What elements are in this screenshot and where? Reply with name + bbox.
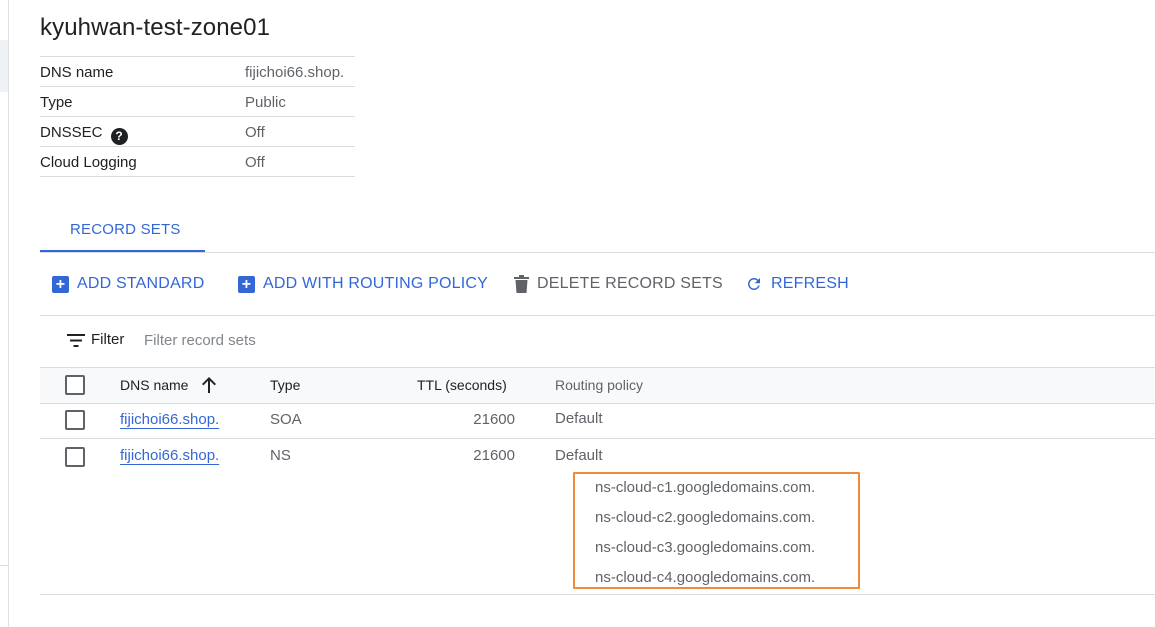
trash-icon (514, 275, 529, 293)
add-box-icon: + (52, 275, 69, 293)
detail-row-type: Type Public (40, 87, 355, 117)
filter-label: Filter (91, 331, 125, 348)
detail-label: Type (40, 94, 73, 111)
filter-bar: Filter (40, 316, 1155, 366)
add-box-icon: + (238, 275, 255, 293)
add-with-routing-policy-button[interactable]: + ADD WITH ROUTING POLICY (238, 273, 488, 295)
left-nav-rail (0, 0, 9, 627)
column-header-ttl[interactable]: TTL (seconds) (417, 377, 507, 393)
page-title: kyuhwan-test-zone01 (40, 14, 271, 41)
record-sets-toolbar: + ADD STANDARD + ADD WITH ROUTING POLICY… (40, 264, 1155, 316)
detail-label: Cloud Logging (40, 154, 137, 171)
detail-label-wrap: DNSSEC? (40, 124, 128, 145)
delete-label: DELETE RECORD SETS (537, 275, 723, 292)
detail-value: Public (245, 94, 286, 111)
filter-icon[interactable] (67, 334, 85, 347)
left-nav-divider (0, 565, 8, 566)
routing-policy: Default (555, 410, 603, 427)
tab-bar: RECORD SETS (40, 208, 1155, 253)
record-type: NS (270, 447, 291, 464)
filter-input[interactable] (144, 328, 544, 352)
refresh-label: REFRESH (771, 275, 849, 292)
tab-record-sets[interactable]: RECORD SETS (40, 208, 205, 252)
detail-value: Off (245, 124, 265, 141)
detail-value: Off (245, 154, 265, 171)
column-header-routing-policy: Routing policy (555, 377, 643, 393)
detail-label: DNS name (40, 64, 114, 81)
column-header-dns-name[interactable]: DNS name (120, 377, 217, 393)
detail-row-dnssec: DNSSEC? Off (40, 117, 355, 147)
tab-label: RECORD SETS (70, 221, 181, 238)
sort-ascending-icon (202, 377, 217, 393)
add-routing-label: ADD WITH ROUTING POLICY (263, 275, 489, 292)
row-checkbox[interactable] (65, 410, 85, 430)
refresh-icon (747, 278, 760, 290)
record-type: SOA (270, 411, 302, 428)
help-icon[interactable]: ? (110, 128, 128, 145)
record-ttl: 21600 (473, 447, 515, 464)
refresh-button[interactable]: REFRESH (745, 273, 849, 295)
routing-policy: Default (555, 447, 603, 464)
row-checkbox[interactable] (65, 447, 85, 467)
add-standard-label: ADD STANDARD (77, 275, 205, 292)
add-standard-button[interactable]: + ADD STANDARD (52, 273, 204, 295)
left-nav-selected-item[interactable] (0, 40, 8, 92)
dns-name-link[interactable]: fijichoi66.shop. (120, 447, 219, 464)
detail-row-cloud-logging: Cloud Logging Off (40, 147, 355, 177)
zone-details-table: DNS name fijichoi66.shop. Type Public DN… (40, 56, 355, 177)
column-header-type[interactable]: Type (270, 377, 300, 393)
detail-row-dns-name: DNS name fijichoi66.shop. (40, 57, 355, 87)
record-ttl: 21600 (473, 411, 515, 428)
table-header: DNS name Type TTL (seconds) Routing poli… (40, 367, 1155, 404)
detail-value: fijichoi66.shop. (245, 64, 345, 81)
table-row: fijichoi66.shop. SOA 21600 Default (40, 403, 1155, 439)
delete-record-sets-button[interactable]: DELETE RECORD SETS (514, 273, 723, 295)
column-header-label: DNS name (120, 377, 189, 393)
dns-name-link[interactable]: fijichoi66.shop. (120, 411, 219, 428)
select-all-checkbox[interactable] (65, 375, 85, 395)
table-row: fijichoi66.shop. NS 21600 Default ns-clo… (40, 439, 1155, 595)
annotation-highlight-box (573, 472, 860, 589)
detail-label: DNSSEC (40, 124, 103, 141)
